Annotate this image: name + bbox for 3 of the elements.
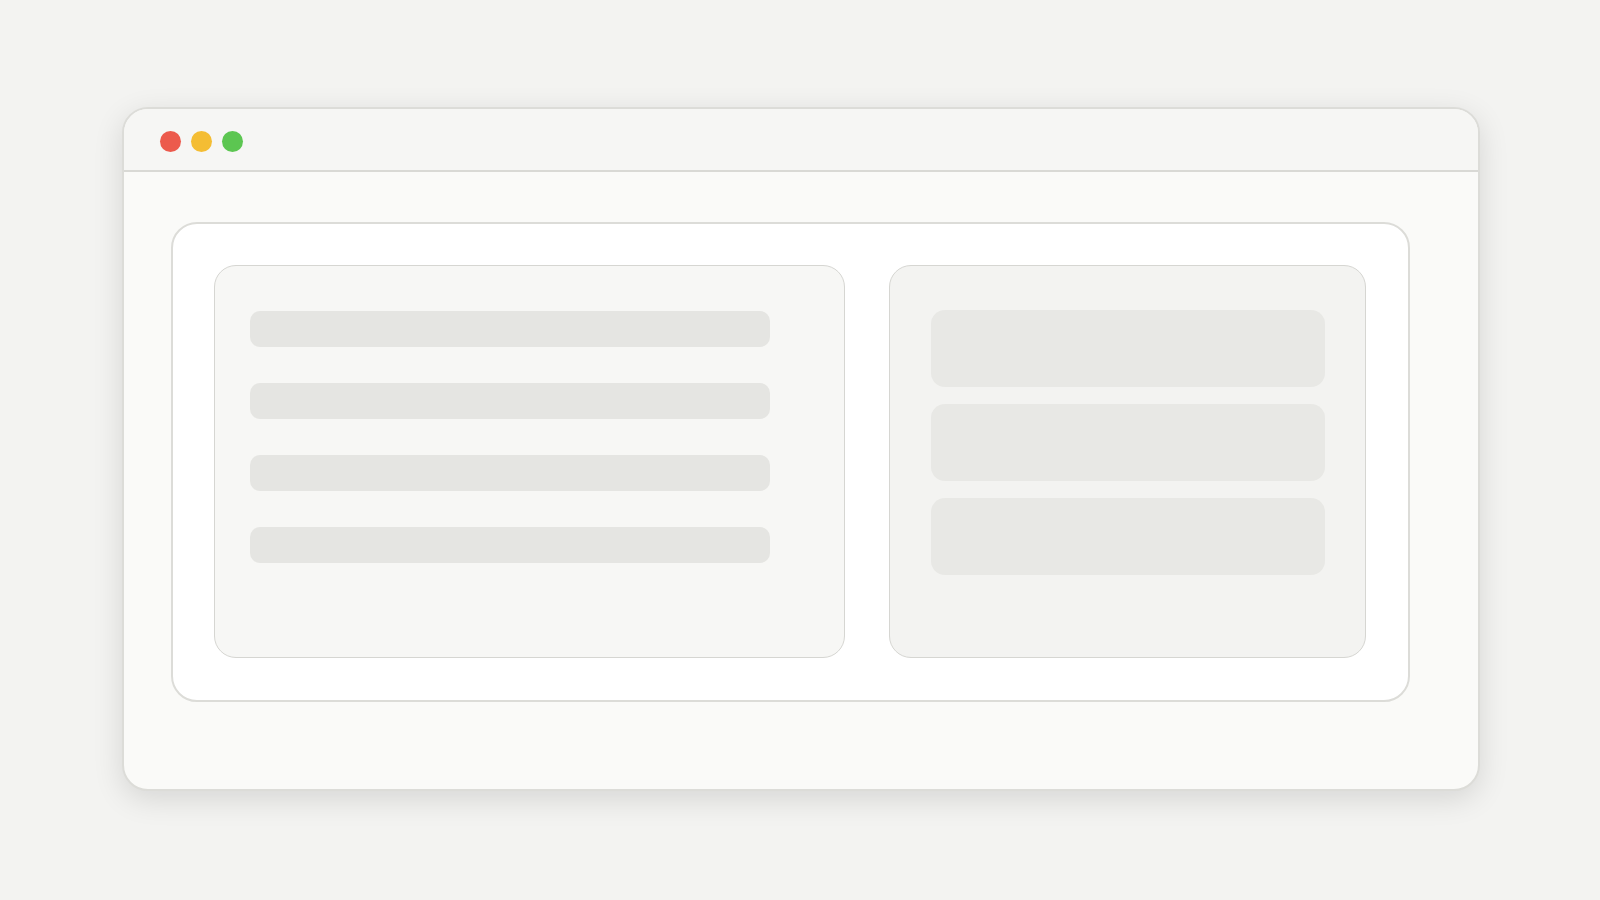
window-control-button[interactable] xyxy=(222,131,243,152)
window-control-button[interactable] xyxy=(160,131,181,152)
window-control-button[interactable] xyxy=(191,131,212,152)
